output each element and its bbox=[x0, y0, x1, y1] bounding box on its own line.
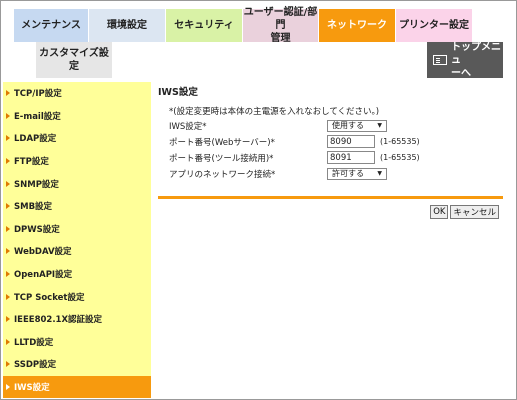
iws-setting-value: 使用する bbox=[332, 121, 364, 130]
arrow-right-icon bbox=[6, 338, 10, 345]
arrow-right-icon bbox=[6, 158, 10, 165]
tool-port-input[interactable]: 8091 bbox=[327, 151, 375, 164]
sidebar-item-iws[interactable]: IWS設定 bbox=[3, 375, 151, 399]
sidebar-item-label: SSDP設定 bbox=[14, 360, 57, 371]
arrow-right-icon bbox=[6, 293, 10, 300]
tab-network[interactable]: ネットワーク bbox=[319, 9, 396, 42]
dropdown-arrow-icon: ▼ bbox=[377, 122, 382, 129]
sidebar-item-label: LLTD設定 bbox=[14, 337, 54, 348]
tab-environment-label: 環境設定 bbox=[107, 20, 147, 31]
tab-customize-label: カスタマイズ設定 bbox=[39, 48, 109, 72]
sidebar-item-dpws[interactable]: DPWS設定 bbox=[3, 218, 151, 241]
secondary-tab-bar: カスタマイズ設定 トップメニュ ーへ bbox=[14, 41, 503, 79]
tool-port-row: ポート番号(ツール接続用)* 8091 (1-65535) bbox=[169, 150, 503, 165]
tool-port-value: 8091 bbox=[330, 152, 352, 163]
dropdown-arrow-icon: ▼ bbox=[377, 170, 382, 177]
arrow-right-icon bbox=[6, 271, 10, 278]
tab-environment[interactable]: 環境設定 bbox=[89, 9, 166, 42]
tab-customize[interactable]: カスタマイズ設定 bbox=[36, 42, 113, 78]
sidebar-item-tcpip[interactable]: TCP/IP設定 bbox=[3, 82, 151, 105]
tab-maintenance[interactable]: メンテナンス bbox=[14, 9, 89, 42]
arrow-right-icon bbox=[6, 112, 10, 119]
arrow-right-icon bbox=[6, 316, 10, 323]
button-bar: OK キャンセル bbox=[430, 205, 499, 219]
arrow-right-icon bbox=[6, 180, 10, 187]
sidebar-item-label: DPWS設定 bbox=[14, 224, 60, 235]
tab-printer[interactable]: プリンター設定 bbox=[396, 9, 473, 42]
sidebar-item-label: TCP Socket設定 bbox=[14, 292, 85, 303]
sidebar-item-label: OpenAPI設定 bbox=[14, 270, 73, 281]
sidebar-item-smb[interactable]: SMB設定 bbox=[3, 195, 151, 218]
web-port-row: ポート番号(Webサーバー)* 8090 (1-65535) bbox=[169, 134, 503, 149]
tool-port-label: ポート番号(ツール接続用)* bbox=[169, 153, 274, 164]
web-port-range: (1-65535) bbox=[380, 137, 420, 146]
sidebar-item-label: WebDAV設定 bbox=[14, 247, 72, 258]
arrow-right-icon bbox=[6, 248, 10, 255]
iws-setting-label: IWS設定* bbox=[169, 121, 207, 132]
arrow-right-icon bbox=[6, 203, 10, 210]
sidebar-item-tcp-socket[interactable]: TCP Socket設定 bbox=[3, 285, 151, 308]
sidebar-item-label: FTP設定 bbox=[14, 157, 49, 168]
sidebar-item-label: LDAP設定 bbox=[14, 134, 57, 145]
sidebar-item-label: TCP/IP設定 bbox=[14, 89, 62, 100]
tool-port-range: (1-65535) bbox=[380, 153, 420, 162]
web-port-value: 8090 bbox=[330, 136, 352, 147]
top-menu-label: トップメニュ ーへ bbox=[451, 41, 501, 79]
net-connection-value: 許可する bbox=[332, 169, 364, 178]
web-port-label: ポート番号(Webサーバー)* bbox=[169, 137, 275, 148]
tab-user-auth[interactable]: ユーザー認証/部門 管理 bbox=[243, 7, 319, 44]
tab-security[interactable]: セキュリティ bbox=[166, 9, 243, 42]
tab-network-label: ネットワーク bbox=[327, 20, 387, 31]
restart-note: *(設定変更時は本体の主電源を入れなおしてください。) bbox=[169, 107, 380, 117]
cancel-button[interactable]: キャンセル bbox=[450, 205, 499, 219]
arrow-right-icon bbox=[6, 225, 10, 232]
sidebar-item-label: E-mail設定 bbox=[14, 111, 61, 122]
arrow-right-icon bbox=[6, 361, 10, 368]
tab-maintenance-label: メンテナンス bbox=[21, 20, 81, 31]
sidebar-item-lltd[interactable]: LLTD設定 bbox=[3, 331, 151, 354]
sidebar-item-email[interactable]: E-mail設定 bbox=[3, 105, 151, 128]
arrow-right-icon bbox=[6, 384, 10, 391]
sidebar-item-label: SNMP設定 bbox=[14, 179, 59, 190]
tab-security-label: セキュリティ bbox=[174, 20, 234, 31]
arrow-right-icon bbox=[6, 135, 10, 142]
sidebar-item-webdav[interactable]: WebDAV設定 bbox=[3, 240, 151, 263]
sidebar-item-label: IWS設定 bbox=[14, 383, 50, 394]
sidebar-item-label: IEEE802.1X認証設定 bbox=[14, 315, 103, 326]
top-menu-button[interactable]: トップメニュ ーへ bbox=[427, 41, 503, 79]
menu-list-icon bbox=[433, 55, 447, 65]
iws-setting-select[interactable]: 使用する ▼ bbox=[327, 119, 387, 132]
page-title: IWS設定 bbox=[158, 87, 198, 98]
web-port-input[interactable]: 8090 bbox=[327, 135, 375, 148]
net-connection-label: アプリのネットワーク接続* bbox=[169, 169, 276, 180]
sidebar-item-ssdp[interactable]: SSDP設定 bbox=[3, 353, 151, 376]
sidebar-item-label: SMB設定 bbox=[14, 202, 53, 213]
sidebar-item-ieee8021x[interactable]: IEEE802.1X認証設定 bbox=[3, 308, 151, 331]
arrow-right-icon bbox=[6, 90, 10, 97]
sidebar-item-openapi[interactable]: OpenAPI設定 bbox=[3, 263, 151, 286]
sidebar-item-ldap[interactable]: LDAP設定 bbox=[3, 127, 151, 150]
divider bbox=[158, 196, 503, 199]
net-connection-row: アプリのネットワーク接続* 許可する ▼ bbox=[169, 166, 503, 181]
sidebar-item-snmp[interactable]: SNMP設定 bbox=[3, 172, 151, 195]
main-content: IWS設定 *(設定変更時は本体の主電源を入れなおしてください。) IWS設定*… bbox=[158, 84, 503, 181]
tab-printer-label: プリンター設定 bbox=[399, 20, 469, 31]
sidebar: TCP/IP設定 E-mail設定 LDAP設定 FTP設定 SNMP設定 SM… bbox=[3, 82, 151, 399]
iws-setting-row: IWS設定* 使用する ▼ bbox=[169, 118, 503, 133]
tab-user-auth-label: ユーザー認証/部門 管理 bbox=[243, 7, 318, 44]
top-tab-bar: メンテナンス 環境設定 セキュリティ ユーザー認証/部門 管理 ネットワーク プリ… bbox=[14, 7, 473, 44]
sidebar-item-ftp[interactable]: FTP設定 bbox=[3, 150, 151, 173]
browser-frame: メンテナンス 環境設定 セキュリティ ユーザー認証/部門 管理 ネットワーク プリ… bbox=[0, 0, 517, 400]
net-connection-select[interactable]: 許可する ▼ bbox=[327, 167, 387, 180]
ok-button[interactable]: OK bbox=[430, 205, 449, 219]
